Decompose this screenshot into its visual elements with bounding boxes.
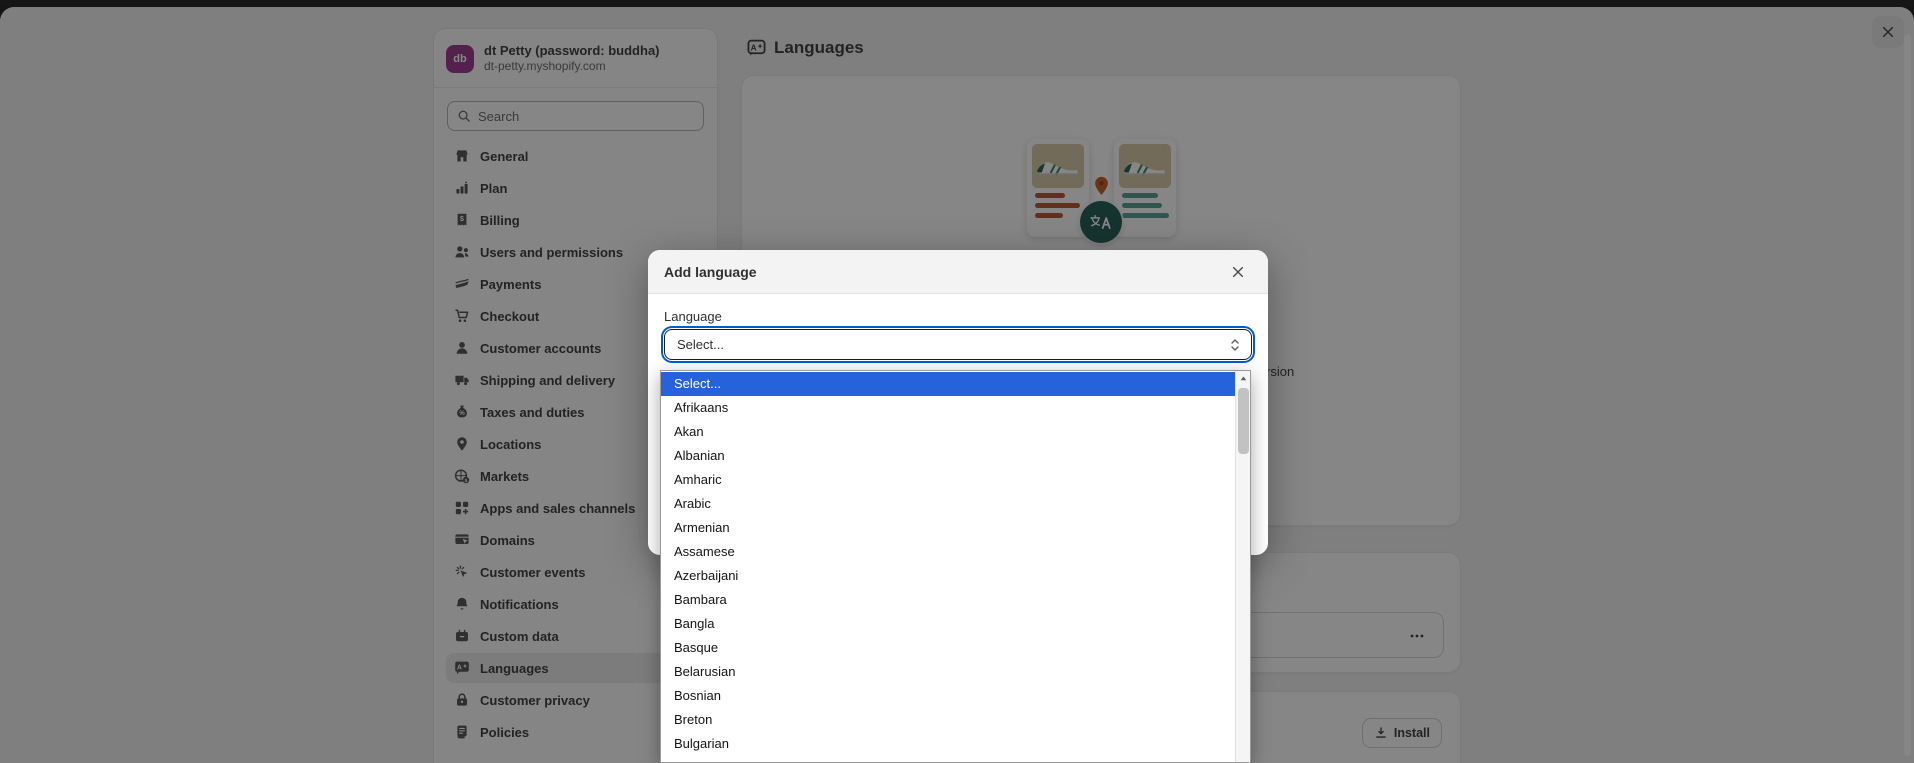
modal-header: Add language — [648, 250, 1268, 294]
dropdown-option-armenian[interactable]: Armenian — [661, 516, 1235, 540]
modal-title: Add language — [664, 263, 757, 280]
dropdown-option-burmese[interactable]: Burmese — [661, 756, 1235, 762]
modal-close-button[interactable] — [1224, 258, 1252, 286]
modal-body: Language Select... — [648, 294, 1268, 375]
dropdown-option-bulgarian[interactable]: Bulgarian — [661, 732, 1235, 756]
dropdown-option-select[interactable]: Select... — [661, 372, 1235, 396]
close-icon — [1231, 265, 1245, 279]
language-dropdown-list: Select... Afrikaans Akan Albanian Amharic Ara… — [661, 372, 1235, 762]
dropdown-option-breton[interactable]: Breton — [661, 708, 1235, 732]
dropdown-option-belarusian[interactable]: Belarusian — [661, 660, 1235, 684]
dropdown-option-amharic[interactable]: Amharic — [661, 468, 1235, 492]
dropdown-option-basque[interactable]: Basque — [661, 636, 1235, 660]
dropdown-option-albanian[interactable]: Albanian — [661, 444, 1235, 468]
dropdown-option-azerbaijani[interactable]: Azerbaijani — [661, 564, 1235, 588]
dropdown-option-afrikaans[interactable]: Afrikaans — [661, 396, 1235, 420]
dropdown-option-assamese[interactable]: Assamese — [661, 540, 1235, 564]
dropdown-option-arabic[interactable]: Arabic — [661, 492, 1235, 516]
language-dropdown: Select... Afrikaans Akan Albanian Amharic Ara… — [660, 370, 1251, 763]
language-select[interactable]: Select... — [664, 329, 1252, 360]
dropdown-scrollbar-thumb[interactable] — [1238, 388, 1249, 454]
dropdown-option-bangla[interactable]: Bangla — [661, 612, 1235, 636]
language-select-value: Select... — [677, 337, 724, 352]
scroll-up-arrow-icon[interactable] — [1236, 371, 1250, 386]
dropdown-option-bosnian[interactable]: Bosnian — [661, 684, 1235, 708]
dropdown-option-bambara[interactable]: Bambara — [661, 588, 1235, 612]
language-field-label: Language — [664, 309, 722, 324]
dropdown-option-akan[interactable]: Akan — [661, 420, 1235, 444]
updown-chevron-icon — [1229, 338, 1241, 352]
dropdown-scrollbar[interactable] — [1235, 371, 1250, 762]
